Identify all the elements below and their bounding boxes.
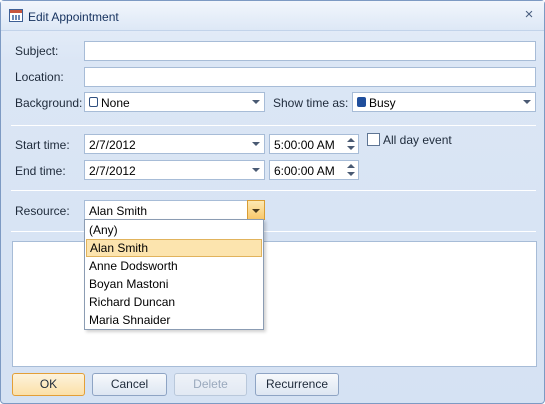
show-time-as-value: Busy xyxy=(369,96,396,110)
location-input[interactable] xyxy=(84,67,536,87)
end-time-spinner[interactable]: 6:00:00 AM xyxy=(269,160,359,180)
end-date-value: 2/7/2012 xyxy=(89,164,136,178)
end-time-label: End time: xyxy=(15,164,66,178)
resource-option[interactable]: (Any) xyxy=(86,221,262,239)
show-time-as-label: Show time as: xyxy=(273,96,349,110)
recurrence-button[interactable]: Recurrence xyxy=(255,373,339,396)
resource-option[interactable]: Maria Shnaider xyxy=(86,311,262,329)
separator xyxy=(11,125,536,126)
all-day-checkbox[interactable] xyxy=(367,133,380,146)
background-select[interactable]: None xyxy=(84,92,265,112)
location-label: Location: xyxy=(15,70,64,84)
subject-input[interactable] xyxy=(84,41,536,61)
resource-dropdown-list: (Any) Alan Smith Anne Dodsworth Boyan Ma… xyxy=(84,219,264,330)
background-label: Background: xyxy=(15,96,83,110)
subject-label: Subject: xyxy=(15,44,59,58)
spinner-arrows-icon[interactable] xyxy=(344,135,358,153)
resource-option[interactable]: Boyan Mastoni xyxy=(86,275,262,293)
end-time-value: 6:00:00 AM xyxy=(274,164,335,178)
resource-select[interactable]: Alan Smith xyxy=(84,200,265,220)
chevron-down-icon[interactable] xyxy=(247,200,265,220)
end-date-picker[interactable]: 2/7/2012 xyxy=(84,160,265,180)
cancel-button[interactable]: Cancel xyxy=(92,373,167,396)
show-time-as-select[interactable]: Busy xyxy=(352,92,536,112)
background-color-swatch xyxy=(89,97,98,107)
start-time-value: 5:00:00 AM xyxy=(274,138,335,152)
spinner-arrows-icon[interactable] xyxy=(344,161,358,179)
start-date-value: 2/7/2012 xyxy=(89,138,136,152)
background-value: None xyxy=(101,96,130,110)
ok-button[interactable]: OK xyxy=(12,373,85,396)
calendar-icon xyxy=(9,9,23,22)
resource-label: Resource: xyxy=(15,204,70,218)
chevron-down-icon[interactable] xyxy=(519,93,535,111)
delete-button[interactable]: Delete xyxy=(174,373,247,396)
separator xyxy=(11,190,536,191)
edit-appointment-dialog: Edit Appointment × Subject: Location: Ba… xyxy=(0,0,545,404)
resource-value: Alan Smith xyxy=(89,204,148,218)
start-time-spinner[interactable]: 5:00:00 AM xyxy=(269,134,359,154)
chevron-down-icon[interactable] xyxy=(248,161,264,179)
chevron-down-icon[interactable] xyxy=(248,135,264,153)
resource-option[interactable]: Richard Duncan xyxy=(86,293,262,311)
start-date-picker[interactable]: 2/7/2012 xyxy=(84,134,265,154)
busy-color-swatch xyxy=(357,97,366,107)
start-time-label: Start time: xyxy=(15,138,70,152)
resource-option[interactable]: Anne Dodsworth xyxy=(86,257,262,275)
chevron-down-icon[interactable] xyxy=(248,93,264,111)
all-day-label: All day event xyxy=(383,133,452,147)
dialog-title: Edit Appointment xyxy=(28,10,119,24)
title-bar: Edit Appointment × xyxy=(1,1,544,31)
close-icon[interactable]: × xyxy=(520,6,538,24)
resource-option-selected[interactable]: Alan Smith xyxy=(86,239,262,257)
